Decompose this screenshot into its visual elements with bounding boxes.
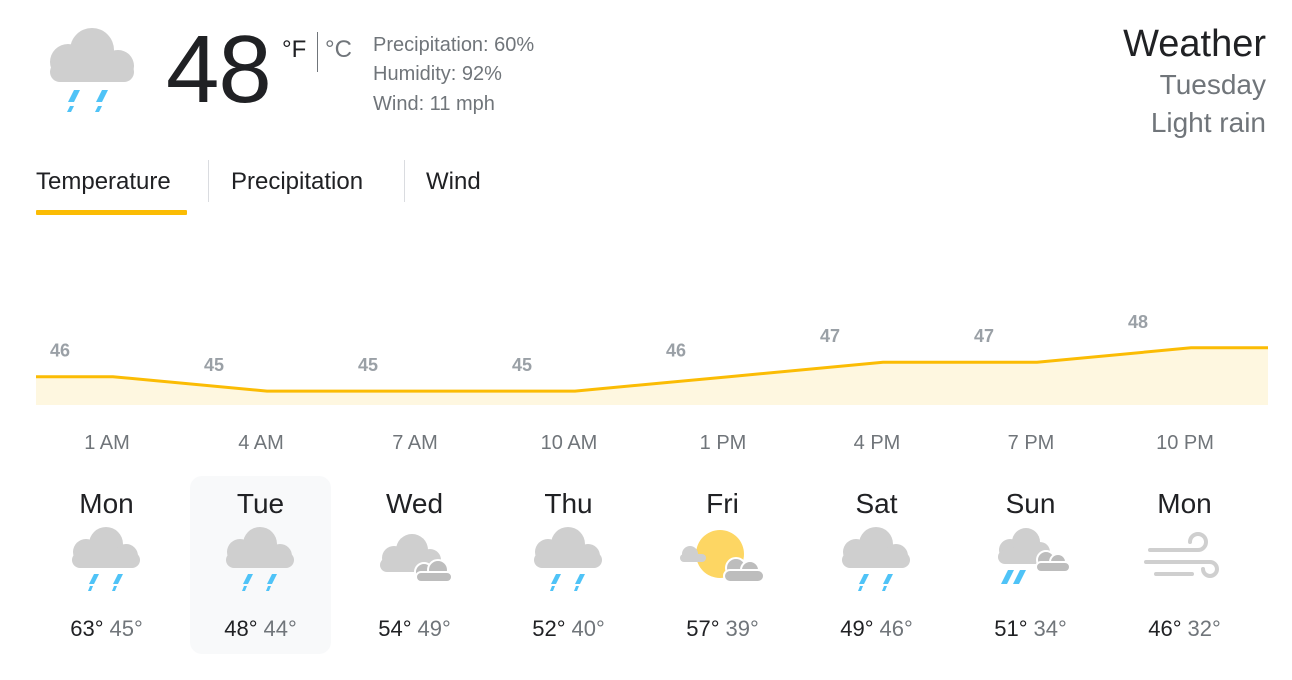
day-temperatures: 49° 46° (806, 616, 947, 642)
hour-label: 4 AM (238, 432, 284, 454)
celsius-toggle[interactable]: °C (325, 36, 352, 64)
temperature-data-label: 45 (204, 355, 224, 375)
high-temperature: 48° (224, 616, 258, 641)
rain-cloud-icon (40, 22, 144, 118)
high-temperature: 52° (532, 616, 566, 641)
day-temperatures: 57° 39° (652, 616, 793, 642)
high-temperature: 54° (378, 616, 412, 641)
day-name: Thu (544, 488, 593, 519)
temperature-data-label: 48 (1128, 312, 1148, 332)
rain-cloud-icon (64, 526, 148, 596)
hour-label: 10 AM (540, 432, 598, 454)
day-name: Sat (855, 488, 898, 519)
hour-label: 1 AM (84, 432, 130, 454)
day-card-fri[interactable]: Fri 57° 39° (652, 476, 793, 654)
high-temperature: 57° (686, 616, 720, 641)
humidity-detail: Humidity: 92% (373, 63, 502, 85)
low-temperature: 49° (417, 616, 451, 641)
cloudy-icon (372, 526, 456, 596)
temperature-data-label: 45 (358, 355, 378, 375)
hour-label: 1 PM (699, 432, 747, 454)
hour-label: 10 PM (1156, 432, 1214, 454)
rain-cloud-icon (218, 526, 302, 596)
temperature-data-label: 45 (512, 355, 532, 375)
current-condition: Light rain (1150, 107, 1266, 138)
fahrenheit-toggle[interactable]: °F (282, 36, 306, 64)
title-block: Weather Tuesday Light rain (1123, 22, 1266, 142)
temperature-data-label: 46 (50, 341, 70, 361)
current-day: Tuesday (1159, 69, 1266, 100)
day-temperatures: 48° 44° (190, 616, 331, 642)
hour-label: 7 AM (392, 432, 438, 454)
temperature-data-label: 46 (666, 341, 686, 361)
low-temperature: 40° (571, 616, 605, 641)
tab-divider (208, 160, 209, 202)
day-card-mon[interactable]: Mon 46° 32° (1114, 476, 1255, 654)
scattered-showers-icon (988, 526, 1072, 596)
day-temperatures: 54° 49° (344, 616, 485, 642)
day-card-sun[interactable]: Sun 51° 34° (960, 476, 1101, 654)
low-temperature: 44° (263, 616, 297, 641)
day-name: Mon (1157, 488, 1212, 519)
day-card-sat[interactable]: Sat 49° 46° (806, 476, 947, 654)
day-card-tue[interactable]: Tue 48° 44° (190, 476, 331, 654)
day-temperatures: 52° 40° (498, 616, 639, 642)
partly-sunny-icon (680, 526, 765, 596)
hour-label: 4 PM (853, 432, 901, 454)
precipitation-detail: Precipitation: 60% (373, 34, 535, 56)
day-name: Tue (236, 488, 285, 519)
day-name: Wed (385, 488, 444, 519)
tab-wind[interactable]: Wind (426, 168, 481, 196)
high-temperature: 46° (1148, 616, 1182, 641)
page-title: Weather (1123, 23, 1266, 65)
temperature-data-label: 47 (820, 326, 840, 346)
unit-divider (317, 32, 318, 72)
day-temperatures: 63° 45° (36, 616, 177, 642)
day-card-mon[interactable]: Mon 63° 45° (36, 476, 177, 654)
tab-divider (404, 160, 405, 202)
tab-temperature[interactable]: Temperature (36, 168, 171, 196)
day-card-thu[interactable]: Thu 52° 40° (498, 476, 639, 654)
active-tab-indicator (36, 210, 187, 215)
rain-cloud-icon (834, 526, 918, 596)
temperature-data-label: 47 (974, 326, 994, 346)
low-temperature: 39° (725, 616, 759, 641)
day-card-wed[interactable]: Wed 54° 49° (344, 476, 485, 654)
day-name: Sun (1005, 488, 1056, 519)
low-temperature: 46° (879, 616, 913, 641)
tab-precipitation[interactable]: Precipitation (231, 168, 363, 196)
low-temperature: 34° (1033, 616, 1067, 641)
high-temperature: 51° (994, 616, 1028, 641)
temperature-chart: 46 45 45 45 46 47 47 48 (36, 312, 1268, 405)
high-temperature: 63° (70, 616, 104, 641)
windy-icon (1142, 526, 1226, 596)
rain-cloud-icon (526, 526, 610, 596)
day-name: Mon (79, 488, 134, 519)
day-temperatures: 51° 34° (960, 616, 1101, 642)
day-temperatures: 46° 32° (1114, 616, 1255, 642)
low-temperature: 45° (109, 616, 143, 641)
day-name: Fri (706, 488, 739, 519)
hour-label: 7 PM (1007, 432, 1055, 454)
wind-detail: Wind: 11 mph (373, 93, 495, 115)
current-temperature: 48 (166, 16, 272, 123)
high-temperature: 49° (840, 616, 874, 641)
low-temperature: 32° (1187, 616, 1221, 641)
